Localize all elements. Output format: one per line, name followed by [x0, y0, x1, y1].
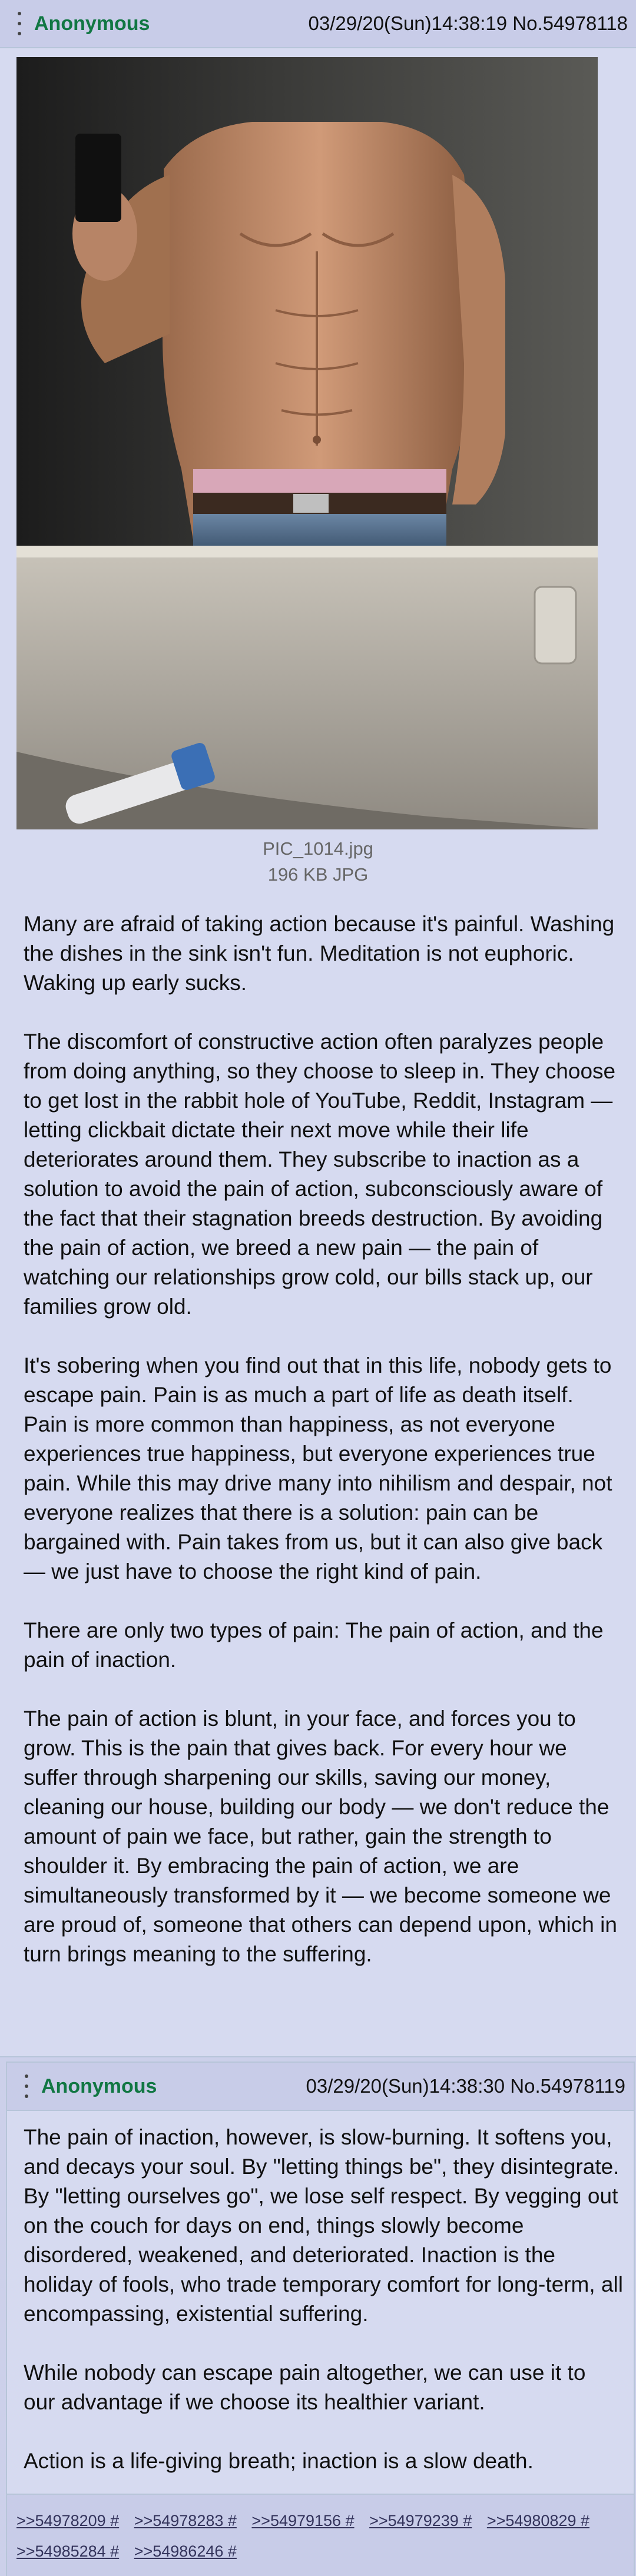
file-size: 196 KB JPG	[267, 864, 369, 885]
post-datetime: 03/29/20(Sun)14:38:30	[306, 2075, 505, 2097]
post-header: Anonymous 03/29/20(Sun)14:38:19 No.54978…	[0, 0, 636, 48]
post-paragraph: The discomfort of constructive action of…	[24, 1030, 616, 1319]
post-paragraph: It's sobering when you find out that in …	[24, 1353, 612, 1584]
mirror-selfie-photo	[16, 57, 598, 829]
post-paragraph: Many are afraid of taking action because…	[24, 912, 615, 995]
post-body: The pain of inaction, however, is slow-b…	[24, 2123, 623, 2476]
reply-backlink[interactable]: >>54986246 #	[134, 2542, 237, 2560]
post-datetime: 03/29/20(Sun)14:38:19	[308, 12, 508, 34]
post-meta: 03/29/20(Sun)14:38:19 No.54978118	[308, 12, 628, 35]
post-header: Anonymous 03/29/20(Sun)14:38:30 No.54978…	[7, 2063, 634, 2111]
reply-backlink[interactable]: >>54979239 #	[369, 2512, 472, 2529]
post-body: Many are afraid of taking action because…	[24, 909, 620, 1969]
post-paragraph: While nobody can escape pain altogether,…	[24, 2361, 586, 2414]
reply-backlink[interactable]: >>54980829 #	[487, 2512, 589, 2529]
post-menu-icon[interactable]	[11, 12, 28, 35]
post-number[interactable]: No.54978119	[510, 2075, 625, 2097]
post-meta: 03/29/20(Sun)14:38:30 No.54978119	[306, 2075, 625, 2097]
reply-backlink[interactable]: >>54985284 #	[16, 2542, 119, 2560]
post-paragraph: The pain of inaction, however, is slow-b…	[24, 2125, 623, 2326]
post-paragraph: There are only two types of pain: The pa…	[24, 1618, 604, 1672]
poster-name[interactable]: Anonymous	[34, 12, 150, 35]
file-name[interactable]: PIC_1014.jpg	[0, 836, 636, 862]
post-paragraph: The pain of action is blunt, in your fac…	[24, 1707, 617, 1966]
file-info: PIC_1014.jpg 196 KB JPG	[0, 836, 636, 888]
reply-backlink[interactable]: >>54978209 #	[16, 2512, 119, 2529]
reply-backlink[interactable]: >>54979156 #	[251, 2512, 354, 2529]
post-paragraph: Action is a life-giving breath; inaction…	[24, 2449, 534, 2473]
post-54978119: Anonymous 03/29/20(Sun)14:38:30 No.54978…	[6, 2062, 635, 2576]
poster-name[interactable]: Anonymous	[41, 2075, 157, 2098]
post-menu-icon[interactable]	[18, 2074, 35, 2098]
post-image[interactable]	[16, 57, 598, 829]
backlinks: >>54978209 # >>54978283 # >>54979156 # >…	[7, 2494, 634, 2576]
post-54978118: Anonymous 03/29/20(Sun)14:38:19 No.54978…	[0, 0, 636, 2057]
reply-backlink[interactable]: >>54978283 #	[134, 2512, 237, 2529]
post-number[interactable]: No.54978118	[512, 12, 628, 34]
